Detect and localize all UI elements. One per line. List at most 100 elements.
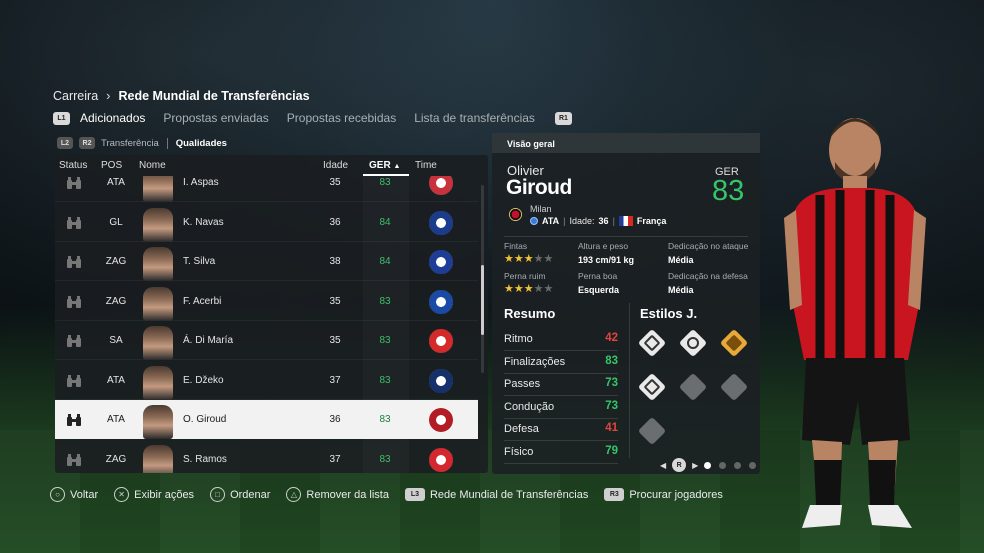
- table-row[interactable]: ATA E. Džeko 37 83: [55, 361, 478, 400]
- playstyle-plus-aerial-icon[interactable]: [719, 328, 749, 358]
- player-name: S. Ramos: [183, 453, 227, 465]
- stat-row: Finalizações 83: [504, 352, 618, 374]
- binoculars-icon: [67, 414, 81, 426]
- tab-adicionados[interactable]: Adicionados: [80, 111, 145, 125]
- column-status[interactable]: Status: [59, 160, 87, 171]
- player-position: GL: [109, 216, 123, 228]
- player-position: ATA: [107, 414, 125, 425]
- playstyle-first-touch-icon[interactable]: [637, 372, 667, 402]
- list-scroll-thumb[interactable]: [481, 265, 484, 335]
- hint-label: Voltar: [70, 488, 99, 501]
- summary-title: Resumo: [504, 306, 556, 321]
- hint-circle-button[interactable]: ○ Voltar: [50, 487, 98, 502]
- psg-crest-icon: [429, 210, 453, 235]
- sevilla-crest-icon: [429, 447, 453, 472]
- player-age: 36: [329, 414, 341, 425]
- r2-button-icon[interactable]: R2: [79, 137, 95, 149]
- r-stick-icon[interactable]: R: [672, 458, 687, 472]
- hint-r3-button[interactable]: R3 Procurar jogadores: [604, 488, 723, 501]
- attr-height-value: 193 cm/91 kg: [578, 255, 635, 265]
- player-position: ATA: [542, 216, 560, 226]
- player-age: 36: [598, 216, 609, 226]
- player-overall: 83: [379, 177, 391, 188]
- player-age: 35: [329, 177, 341, 188]
- attr-attack-value: Média: [668, 255, 694, 265]
- player-position: SA: [109, 335, 123, 346]
- l1-button-icon[interactable]: L1: [53, 111, 70, 125]
- binoculars-icon: [67, 335, 81, 347]
- hint-label: Remover da lista: [306, 488, 389, 501]
- table-row[interactable]: ZAG S. Ramos 37 83: [55, 440, 478, 473]
- column-ger[interactable]: GER ▲: [369, 160, 400, 171]
- player-overall: 83: [379, 453, 391, 465]
- pager-dot[interactable]: [749, 461, 757, 469]
- player-age: 37: [329, 374, 341, 386]
- breadcrumb-parent[interactable]: Carreira: [53, 89, 98, 103]
- player-name: E. Džeko: [183, 374, 224, 386]
- r1-button-icon[interactable]: R1: [554, 111, 572, 125]
- hint-label: Rede Mundial de Transferências: [429, 488, 589, 501]
- hint-triangle-button[interactable]: △ Remover da lista: [286, 487, 389, 502]
- table-row[interactable]: ATA O. Giroud 36 83: [55, 400, 478, 439]
- table-row[interactable]: SA Á. Di María 35 83: [55, 321, 478, 360]
- tab-lista-transferencias[interactable]: Lista de transferências: [414, 111, 535, 125]
- section-divider: [629, 303, 630, 458]
- subtab-qualidades[interactable]: Qualidades: [176, 138, 227, 149]
- table-row[interactable]: GL K. Navas 36 84: [55, 203, 478, 242]
- table-row[interactable]: ZAG F. Acerbi 35 83: [55, 282, 478, 321]
- binoculars-icon: [67, 374, 81, 387]
- playstyle-acrobatic-icon[interactable]: [678, 328, 708, 358]
- detail-divider: [504, 236, 748, 237]
- pager-dot[interactable]: [734, 461, 742, 469]
- sub-tabs: L2 R2 Transferência Qualidades: [57, 137, 227, 149]
- attr-weak-foot: Perna ruim ★★★★★: [504, 271, 553, 295]
- l2-button-icon[interactable]: L2: [57, 137, 73, 149]
- subtab-transferencia[interactable]: Transferência: [101, 138, 159, 149]
- player-age: 36: [329, 216, 341, 228]
- celta-crest-icon: [429, 176, 453, 195]
- column-name[interactable]: Nome: [139, 160, 166, 171]
- hint-cross-button[interactable]: ✕ Exibir ações: [114, 487, 194, 502]
- pager-left-arrow-icon[interactable]: ◀: [660, 461, 666, 470]
- attr-good-foot-value: Esquerda: [578, 285, 620, 295]
- list-scrollbar[interactable]: [481, 185, 484, 373]
- r3-button-icon: R3: [604, 488, 625, 501]
- l3-button-icon: L3: [404, 488, 425, 501]
- table-row[interactable]: ATA I. Aspas 35 83: [55, 176, 478, 202]
- stat-value: 42: [605, 332, 618, 344]
- playstyle-power-header-icon[interactable]: [637, 328, 667, 358]
- circle-button-icon: ○: [50, 487, 65, 502]
- table-row[interactable]: ZAG T. Silva 38 84: [55, 242, 478, 281]
- player-info-line: ATA | Idade: 36 | França: [530, 216, 666, 226]
- france-flag-icon: [618, 216, 633, 226]
- column-pos[interactable]: POS: [101, 160, 122, 171]
- pager-right-arrow-icon[interactable]: ▶: [692, 461, 698, 470]
- main-tabs: L1 Adicionados Propostas enviadas Propos…: [53, 111, 572, 125]
- stat-label: Defesa: [504, 423, 539, 435]
- hint-square-button[interactable]: □ Ordenar: [210, 487, 270, 502]
- hint-l3-button[interactable]: L3 Rede Mundial de Transferências: [404, 488, 589, 501]
- column-headers: Status POS Nome Idade GER ▲ Time: [55, 155, 488, 176]
- chevron-right-icon: ›: [106, 88, 111, 103]
- detail-header: Visão geral: [492, 133, 760, 153]
- attr-height-label: Altura e peso: [578, 241, 629, 251]
- player-name: Á. Di María: [183, 335, 234, 346]
- pager-dot[interactable]: [719, 461, 727, 469]
- attr-fintas: Fintas ★★★★★: [504, 241, 553, 265]
- column-team[interactable]: Time: [415, 160, 437, 171]
- pager-dot[interactable]: [704, 461, 712, 469]
- player-age: 35: [329, 295, 341, 307]
- player-club: Milan: [530, 204, 552, 214]
- column-age[interactable]: Idade: [323, 160, 348, 171]
- tab-propostas-recebidas[interactable]: Propostas recebidas: [287, 111, 396, 125]
- playstyle-empty-slot-icon: [719, 372, 749, 402]
- button-hints-bar: ○ Voltar ✕ Exibir ações □ Ordenar △ Remover…: [50, 487, 739, 502]
- player-overall: 83: [379, 374, 391, 386]
- tab-propostas-enviadas[interactable]: Propostas enviadas: [163, 111, 268, 125]
- player-portrait: [143, 286, 173, 321]
- stat-row: Defesa 41: [504, 419, 618, 441]
- player-portrait: [143, 444, 173, 473]
- player-render-image: [784, 118, 926, 528]
- stat-value: 83: [605, 354, 618, 367]
- player-position: ZAG: [105, 453, 127, 465]
